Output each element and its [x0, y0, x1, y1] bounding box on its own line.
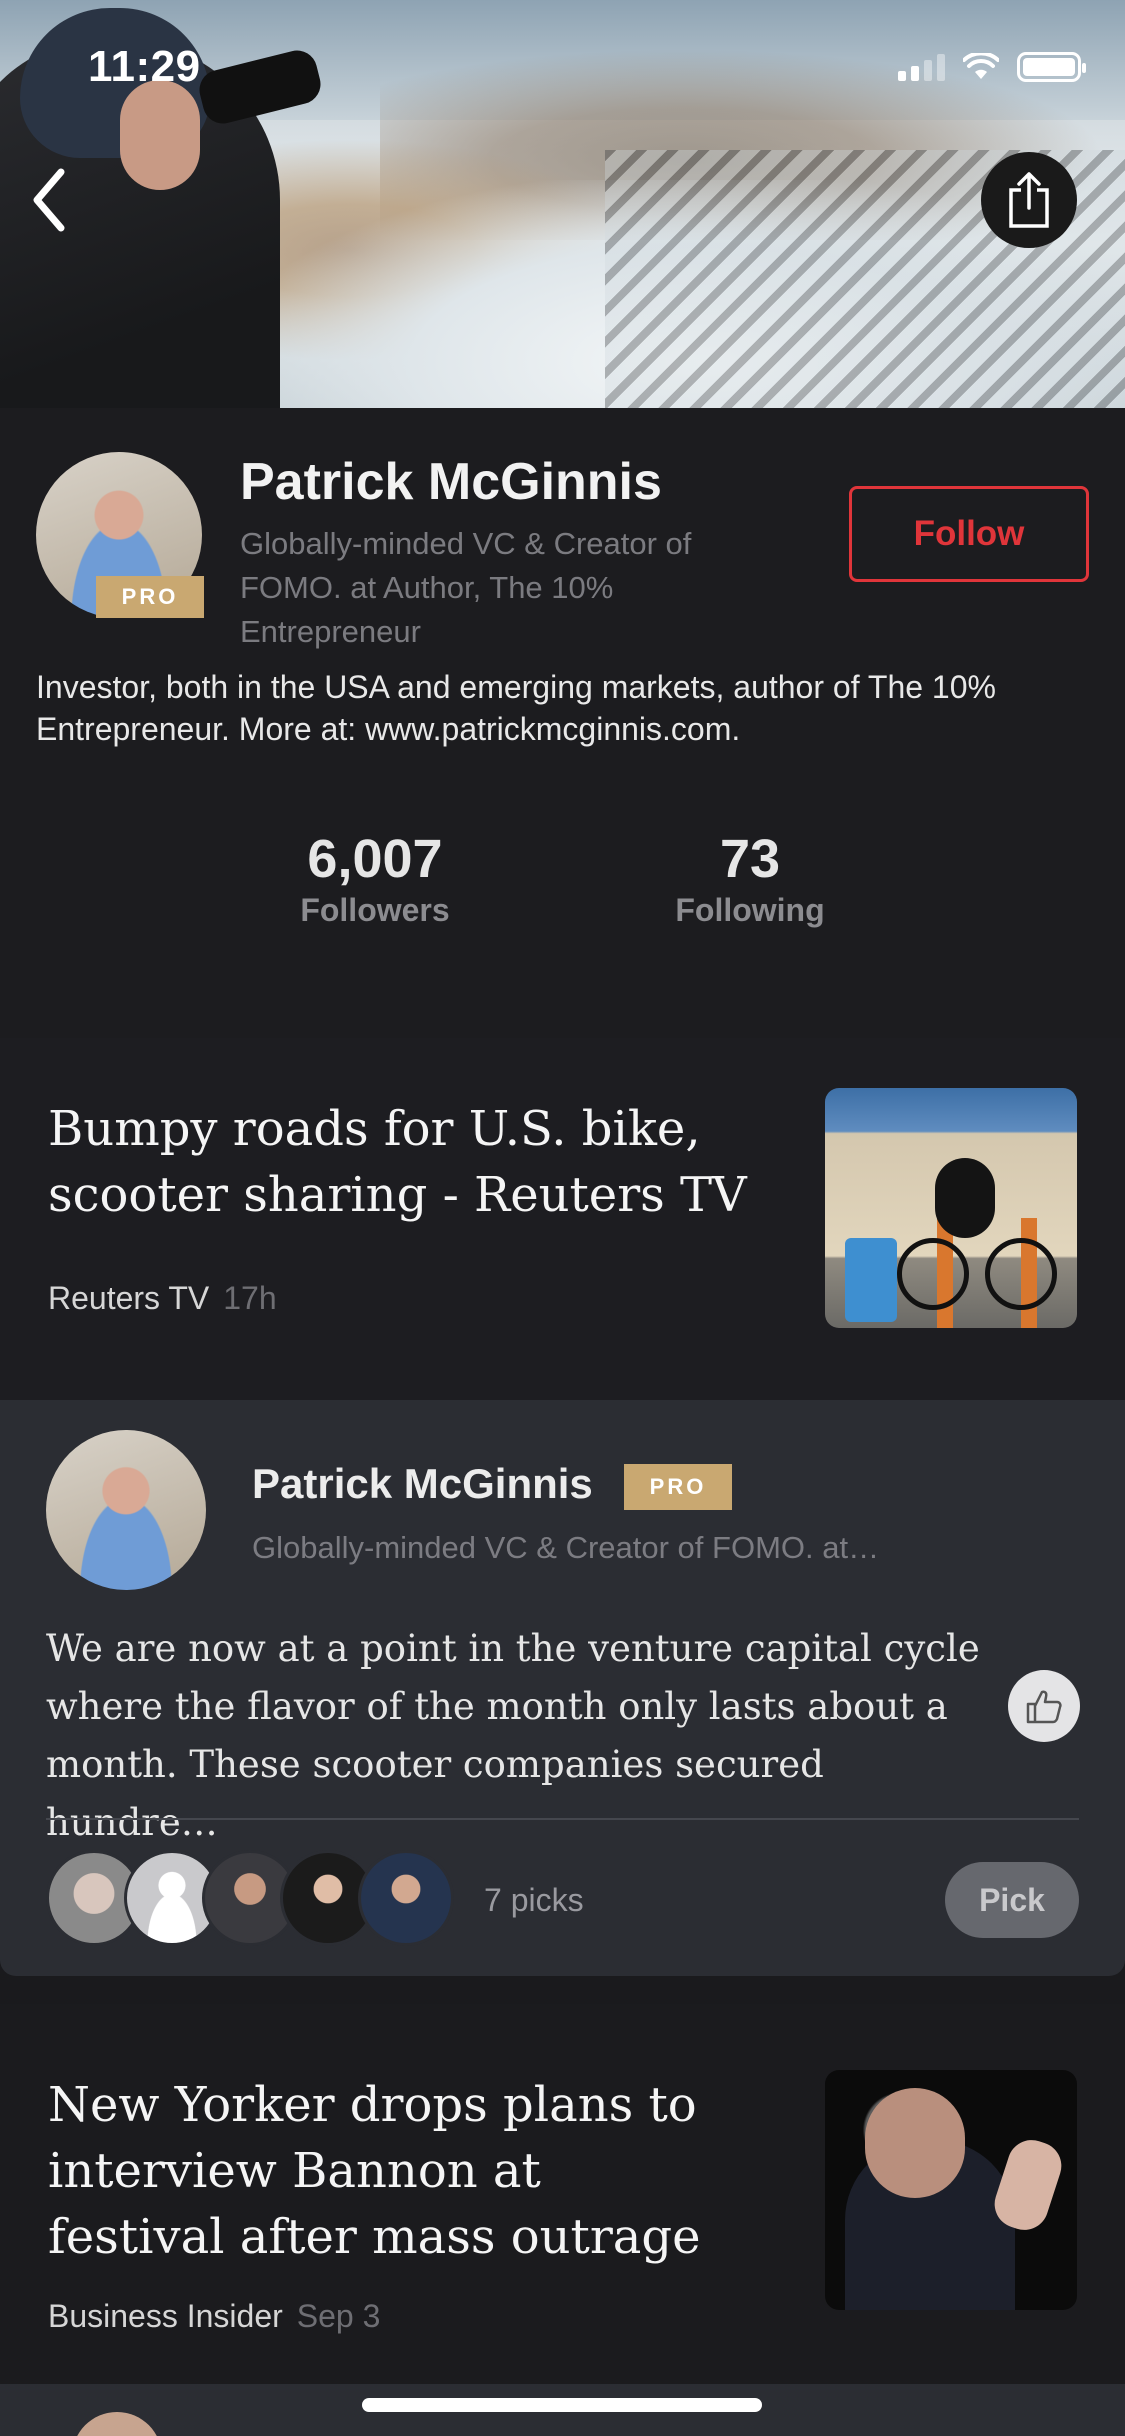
chevron-left-icon: [33, 168, 65, 232]
thumbnail-bike-wheel: [897, 1238, 969, 1310]
article-thumbnail[interactable]: [825, 2070, 1077, 2310]
followers-count: 6,007: [307, 829, 443, 889]
article-title[interactable]: New Yorker drops plans to interview Bann…: [48, 2072, 728, 2270]
status-time: 11:29: [88, 42, 201, 91]
following-count: 73: [719, 829, 781, 889]
article-card[interactable]: New Yorker drops plans to interview Bann…: [0, 2004, 1125, 2384]
pick-button[interactable]: Pick: [945, 1862, 1079, 1938]
home-indicator[interactable]: [362, 2398, 762, 2412]
share-button[interactable]: [981, 152, 1077, 248]
picks-count[interactable]: 7 picks: [484, 1882, 584, 1919]
cellular-signal-icon: [898, 53, 945, 81]
like-button[interactable]: [1008, 1670, 1080, 1742]
battery-icon: [1017, 52, 1086, 82]
pro-badge: PRO: [624, 1464, 732, 1510]
avatar: [358, 1850, 454, 1946]
cover-person-face: [120, 80, 200, 190]
following-stat[interactable]: 73 Following: [620, 828, 880, 929]
avatar: [72, 2412, 162, 2436]
picker-name[interactable]: Patrick McGinnis: [252, 1460, 593, 1508]
thumbnail-bike-wheel: [985, 1238, 1057, 1310]
profile-section: PRO Patrick McGinnis Globally-minded VC …: [0, 408, 1125, 1038]
back-button[interactable]: [22, 164, 76, 236]
followers-stat[interactable]: 6,007 Followers: [245, 828, 505, 929]
thumbnail-face: [865, 2088, 965, 2198]
article-meta: Business Insider Sep 3: [48, 2298, 380, 2335]
picker-avatars[interactable]: [46, 1850, 466, 1946]
profile-bio: Investor, both in the USA and emerging m…: [36, 669, 996, 747]
article-title[interactable]: Bumpy roads for U.S. bike, scooter shari…: [48, 1096, 748, 1228]
thumbnail-cyclist: [935, 1158, 995, 1238]
picker-avatar[interactable]: [46, 1430, 206, 1590]
thumbnail-hand: [988, 2133, 1068, 2237]
card-divider: [46, 1818, 1079, 1820]
profile-name: Patrick McGinnis: [240, 453, 662, 511]
followers-label: Followers: [300, 892, 450, 928]
pick-card[interactable]: Patrick McGinnis PRO Globally-minded VC …: [0, 1400, 1125, 1976]
article-thumbnail[interactable]: [825, 1088, 1077, 1328]
thumbs-up-icon: [1026, 1690, 1062, 1724]
wifi-icon: [963, 53, 999, 79]
following-label: Following: [675, 892, 825, 928]
article-source: Reuters TV: [48, 1280, 210, 1316]
follow-button[interactable]: Follow: [849, 486, 1089, 582]
pro-badge: PRO: [96, 576, 204, 618]
article-time: 17h: [223, 1280, 277, 1316]
article-source: Business Insider: [48, 2298, 283, 2334]
status-icons: [898, 52, 1086, 82]
article-meta: Reuters TV 17h: [48, 1280, 277, 1317]
thumbnail-sign: [845, 1238, 897, 1322]
article-time: Sep 3: [296, 2298, 381, 2334]
profile-tagline: Globally-minded VC & Creator of FOMO. at…: [240, 526, 692, 649]
picker-tagline: Globally-minded VC & Creator of FOMO. at…: [252, 1530, 880, 1565]
article-card[interactable]: Bumpy roads for U.S. bike, scooter shari…: [0, 1038, 1125, 1400]
share-icon: [1009, 172, 1049, 228]
